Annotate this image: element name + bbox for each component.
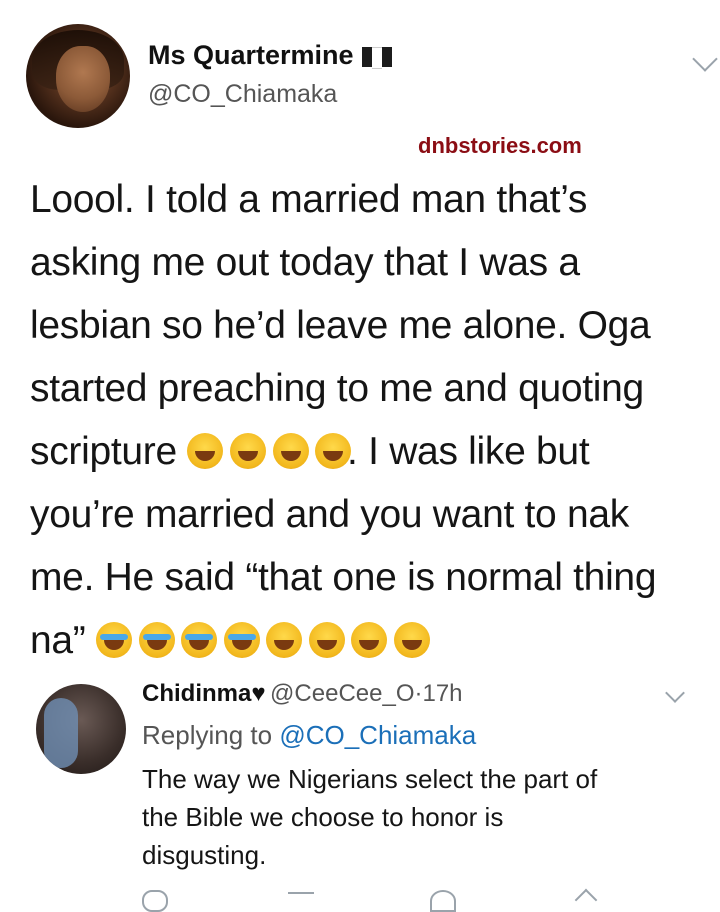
loudly-crying-face-icon <box>181 622 218 658</box>
tweet-line: you’re married and you want to nak <box>30 493 629 536</box>
tweet-line-end: . I was like but <box>347 430 590 473</box>
author-name[interactable]: Ms Quartermine <box>148 40 354 70</box>
face-with-tears-of-joy-icon <box>272 433 309 469</box>
face-with-tears-of-joy-icon <box>308 622 345 658</box>
face-with-tears-of-joy-icon <box>315 433 352 469</box>
tweet-line: lesbian so he’d leave me alone. Oga <box>30 304 651 347</box>
replying-prefix: Replying to <box>142 720 273 750</box>
tweet-line: Loool. I told a married man that’s <box>30 178 588 221</box>
loudly-crying-face-icon <box>138 622 175 658</box>
tweet-line-start: na” <box>30 619 86 662</box>
reply-line: the Bible we choose to honor is <box>142 802 504 832</box>
reply-line: The way we Nigerians select the part of <box>142 764 598 794</box>
loudly-crying-face-icon <box>96 622 133 658</box>
tweet-line: started preaching to me and quoting <box>30 367 644 410</box>
reply-text: The way we Nigerians select the part of … <box>142 760 702 874</box>
like-heart-icon[interactable] <box>430 890 456 912</box>
face-with-tears-of-joy-icon <box>266 622 303 658</box>
reply-author-avatar[interactable] <box>36 684 126 774</box>
tweet-line-emoji: na” <box>30 609 700 672</box>
tweet-line: asking me out today that I was a <box>30 241 580 284</box>
replying-to: Replying to @CO_Chiamaka <box>142 720 476 751</box>
face-with-tears-of-joy-icon <box>393 622 430 658</box>
reply-header: Chidinma♥ @CeeCee_O·17h <box>142 680 463 708</box>
reply-menu-chevron-icon[interactable] <box>665 683 685 703</box>
author-avatar[interactable] <box>26 24 130 128</box>
face-with-tears-of-joy-icon <box>229 433 266 469</box>
author-name-row: Ms Quartermine <box>148 40 393 71</box>
heart-icon: ♥ <box>251 680 266 707</box>
replying-mention-link[interactable]: @CO_Chiamaka <box>279 720 476 750</box>
watermark: dnbstories.com <box>418 133 582 158</box>
face-with-tears-of-joy-icon <box>351 622 388 658</box>
loudly-crying-face-icon <box>223 622 260 658</box>
reply-actions <box>142 888 612 912</box>
reply-author-name[interactable]: Chidinma <box>142 680 251 707</box>
reply-line: disgusting. <box>142 840 267 870</box>
reply-author-handle[interactable]: @CeeCee_O <box>270 680 414 707</box>
author-handle[interactable]: @CO_Chiamaka <box>148 80 337 109</box>
tweet-line: me. He said “that one is normal thing <box>30 556 657 599</box>
tweet-line-emoji: scripture . I was like but <box>30 420 700 483</box>
face-with-tears-of-joy-icon <box>187 433 224 469</box>
tweet-line-start: scripture <box>30 430 177 473</box>
reply-comment-icon[interactable] <box>142 890 168 912</box>
share-icon[interactable] <box>574 888 598 912</box>
nigeria-flag-icon <box>362 46 393 69</box>
retweet-icon[interactable] <box>288 892 314 904</box>
tweet-menu-chevron-icon[interactable] <box>692 46 718 72</box>
tweet-text: Loool. I told a married man that’s askin… <box>30 168 700 672</box>
reply-timestamp[interactable]: 17h <box>422 680 462 707</box>
